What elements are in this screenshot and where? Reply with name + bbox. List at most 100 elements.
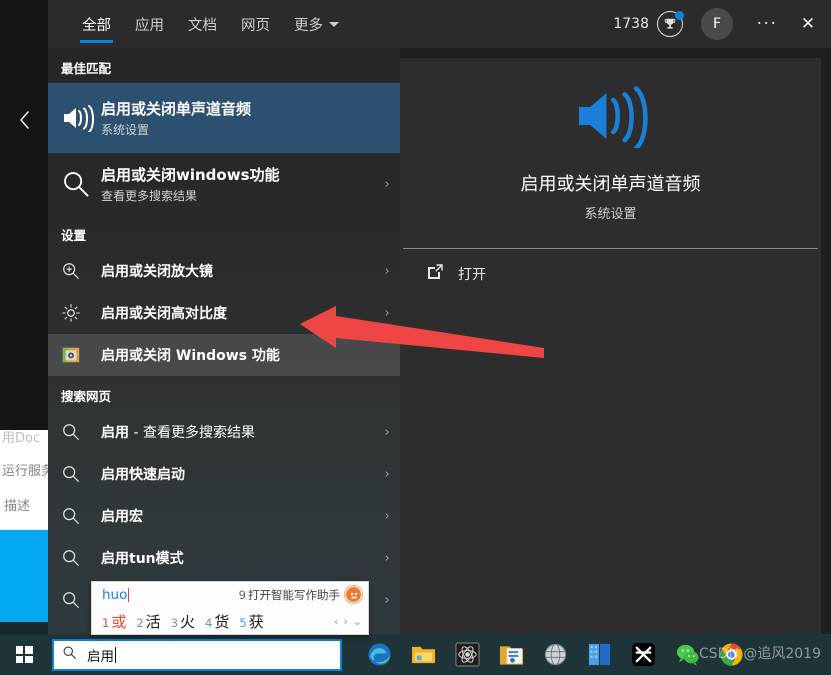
globe-app-icon[interactable] bbox=[540, 640, 570, 670]
web-item-3-text: 启用tun模式 bbox=[101, 548, 379, 568]
edge-icon[interactable] bbox=[364, 640, 394, 670]
speaker-icon bbox=[571, 84, 651, 152]
chevron-right-icon[interactable]: › bbox=[379, 264, 390, 279]
web-item-1-label: 启用快速启动 bbox=[101, 467, 185, 483]
ime-candidate-3[interactable]: 3火 bbox=[171, 611, 195, 632]
ime-candidate-4-num: 4 bbox=[205, 615, 213, 630]
chevron-right-icon[interactable]: › bbox=[379, 467, 390, 482]
ime-candidate-1-word: 或 bbox=[111, 612, 127, 631]
ime-candidate-5[interactable]: 5获 bbox=[239, 611, 263, 632]
file-explorer-icon[interactable] bbox=[408, 640, 438, 670]
background-window-line-3: 描述 bbox=[4, 499, 31, 514]
web-item-0-suffix: - 查看更多搜索结果 bbox=[129, 425, 255, 441]
ime-text-caret bbox=[128, 587, 130, 602]
tab-more[interactable]: 更多 bbox=[282, 0, 351, 48]
background-window[interactable]: 用Doc 运行服务 描述 bbox=[0, 430, 48, 530]
tab-more-label: 更多 bbox=[294, 17, 323, 34]
chevron-right-icon[interactable]: › bbox=[379, 509, 390, 524]
web-item-2-label: 启用宏 bbox=[101, 509, 143, 525]
preview-header: 启用或关闭单声道音频 系统设置 bbox=[400, 58, 821, 248]
search-body: 最佳匹配 启用或关闭单声道音频 系统设置 启用或关闭windows功能 查看更多… bbox=[48, 48, 831, 634]
ime-candidate-1-num: 1 bbox=[102, 615, 110, 630]
web-item-3[interactable]: 启用tun模式 › bbox=[48, 537, 400, 579]
chrome-icon[interactable] bbox=[716, 640, 746, 670]
preview-pane: 启用或关闭单声道音频 系统设置 打开 bbox=[400, 48, 831, 634]
brightness-icon bbox=[61, 303, 101, 323]
wechat-icon[interactable] bbox=[672, 640, 702, 670]
taskbar-search-input[interactable]: 启用 bbox=[52, 638, 342, 671]
taskbar-text-caret bbox=[115, 646, 116, 663]
background-window-line-2: 运行服务 bbox=[2, 464, 48, 479]
result-best-match-title: 启用或关闭单声道音频 bbox=[101, 100, 252, 118]
tab-apps-label: 应用 bbox=[135, 17, 164, 34]
tab-documents[interactable]: 文档 bbox=[176, 0, 229, 48]
chevron-right-icon[interactable]: › bbox=[379, 306, 390, 321]
chevron-right-icon[interactable]: › bbox=[379, 593, 390, 608]
result-web-top-text: 启用或关闭windows功能 查看更多搜索结果 bbox=[101, 164, 379, 204]
tab-documents-label: 文档 bbox=[188, 17, 217, 34]
notes-app-icon[interactable] bbox=[496, 640, 526, 670]
ime-candidate-window[interactable]: huo 9 打开智能写作助手 1或 2活 3火 4 货 5 获 ‹ › ⌄ bbox=[91, 581, 369, 635]
web-item-1-text: 启用快速启动 bbox=[101, 464, 379, 484]
result-web-top[interactable]: 启用或关闭windows功能 查看更多搜索结果 › bbox=[48, 153, 400, 215]
background-window-line-1: 用Doc bbox=[2, 431, 41, 446]
blue-split-app-icon[interactable] bbox=[584, 640, 614, 670]
ime-candidate-1[interactable]: 1或 bbox=[102, 611, 126, 632]
background-window-selected-row[interactable] bbox=[0, 530, 48, 622]
preview-subtitle: 系统设置 bbox=[584, 207, 637, 222]
left-rail bbox=[0, 0, 48, 430]
ime-candidate-3-num: 3 bbox=[170, 615, 179, 630]
ime-candidate-4[interactable]: 4货 bbox=[205, 611, 229, 632]
settings-item-high-contrast-text: 启用或关闭高对比度 bbox=[101, 303, 379, 323]
chevron-right-icon[interactable]: › bbox=[379, 425, 390, 440]
sogou-fox-icon[interactable] bbox=[345, 586, 362, 603]
search-icon bbox=[61, 548, 101, 568]
search-icon bbox=[61, 506, 101, 526]
preview-title: 启用或关闭单声道音频 bbox=[520, 174, 701, 195]
trophy-icon[interactable] bbox=[657, 11, 684, 37]
speaker-icon bbox=[61, 104, 101, 132]
web-item-1[interactable]: 启用快速启动 › bbox=[48, 453, 400, 495]
tab-all[interactable]: 全部 bbox=[70, 0, 123, 48]
settings-item-high-contrast-label: 启用或关闭高对比度 bbox=[101, 306, 227, 322]
screen-root: 用Doc 运行服务 描述 全部 应用 文档 网页 更多 1738 F ··· ✕… bbox=[0, 0, 831, 675]
tab-apps[interactable]: 应用 bbox=[123, 0, 176, 48]
ime-hint[interactable]: 9 打开智能写作助手 bbox=[239, 587, 340, 603]
ime-prev-page-icon[interactable]: ‹ bbox=[334, 615, 338, 628]
ime-candidate-4-word: 货 bbox=[214, 612, 230, 631]
atom-app-icon[interactable] bbox=[452, 640, 482, 670]
settings-item-windows-features-text: 启用或关闭 Windows 功能 bbox=[101, 345, 390, 365]
web-item-0[interactable]: 启用 - 查看更多搜索结果 › bbox=[48, 411, 400, 453]
ime-candidate-5-word: 获 bbox=[248, 612, 264, 631]
avatar[interactable]: F bbox=[701, 8, 733, 40]
chevron-left-icon[interactable] bbox=[0, 100, 48, 140]
web-item-0-query: 启用 bbox=[101, 425, 129, 441]
result-web-top-subtitle: 查看更多搜索结果 bbox=[101, 189, 198, 203]
chevron-down-icon bbox=[329, 21, 339, 27]
web-item-2[interactable]: 启用宏 › bbox=[48, 495, 400, 537]
preview-card: 启用或关闭单声道音频 系统设置 打开 bbox=[400, 58, 821, 634]
more-options-button[interactable]: ··· bbox=[749, 0, 785, 48]
settings-item-magnifier[interactable]: 启用或关闭放大镜 › bbox=[48, 250, 400, 292]
ime-expand-icon[interactable]: ⌄ bbox=[353, 615, 362, 628]
windows-start-icon[interactable] bbox=[0, 634, 48, 675]
chevron-right-icon[interactable]: › bbox=[379, 177, 390, 192]
settings-item-high-contrast[interactable]: 启用或关闭高对比度 › bbox=[48, 292, 400, 334]
result-best-match[interactable]: 启用或关闭单声道音频 系统设置 bbox=[48, 83, 400, 153]
open-external-icon bbox=[426, 263, 444, 285]
results-list: 最佳匹配 启用或关闭单声道音频 系统设置 启用或关闭windows功能 查看更多… bbox=[48, 48, 400, 634]
taskbar-icons bbox=[364, 640, 746, 670]
capcut-icon[interactable] bbox=[628, 640, 658, 670]
settings-item-windows-features[interactable]: 启用或关闭 Windows 功能 bbox=[48, 334, 400, 376]
ime-candidate-2[interactable]: 2活 bbox=[136, 611, 160, 632]
ime-next-page-icon[interactable]: › bbox=[343, 615, 347, 628]
preview-open-label: 打开 bbox=[458, 267, 486, 283]
chevron-right-icon[interactable]: › bbox=[379, 551, 390, 566]
tab-web[interactable]: 网页 bbox=[229, 0, 282, 48]
ime-candidates-row: 1或 2活 3火 4货 5获 ‹ › ⌄ bbox=[92, 607, 368, 635]
result-best-match-text: 启用或关闭单声道音频 系统设置 bbox=[101, 98, 390, 138]
ime-hint-text: 打开智能写作助手 bbox=[248, 587, 340, 602]
result-web-top-title: 启用或关闭windows功能 bbox=[101, 166, 280, 184]
close-button[interactable]: ✕ bbox=[785, 0, 831, 48]
preview-open-action[interactable]: 打开 bbox=[400, 249, 821, 299]
